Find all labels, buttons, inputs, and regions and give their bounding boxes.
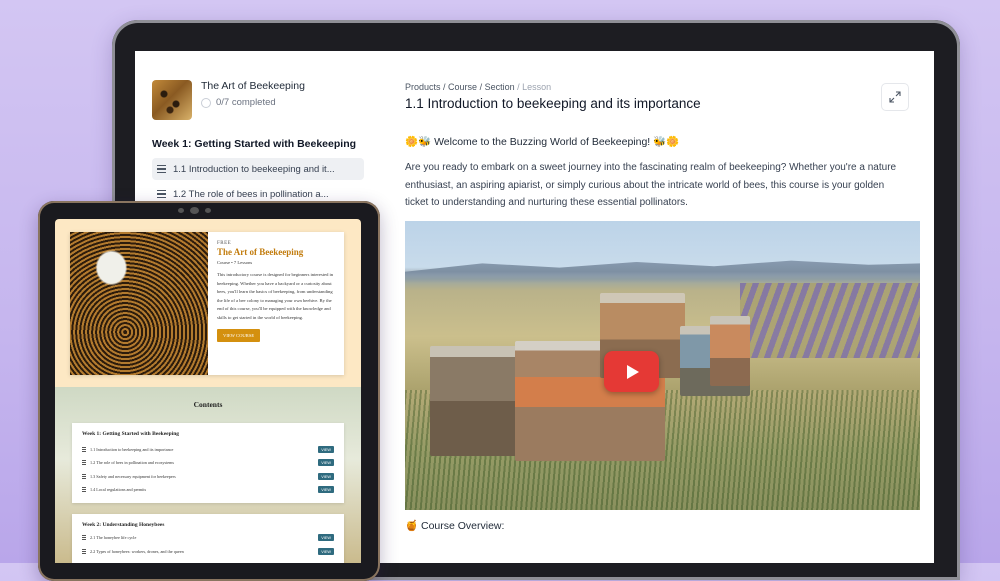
- play-button[interactable]: [604, 351, 659, 392]
- week-card-title: Week 1: Getting Started with Beekeeping: [82, 431, 180, 437]
- list-icon: [157, 165, 166, 173]
- expand-button[interactable]: [881, 83, 909, 111]
- video-player[interactable]: [405, 221, 920, 510]
- expand-icon: [889, 91, 901, 103]
- course-header: The Art of Beekeeping 0/7 completed: [152, 80, 305, 120]
- course-overview-heading: 🍯 Course Overview:: [405, 520, 505, 532]
- week-title: Week 1: Getting Started with Beekeeping: [152, 138, 357, 150]
- course-hero-card: FREE The Art of Beekeeping Course • 7 Le…: [70, 232, 344, 375]
- beehive: [710, 316, 750, 386]
- view-button[interactable]: VIEW: [318, 445, 334, 454]
- hero-image: [70, 232, 208, 375]
- view-button[interactable]: VIEW: [318, 547, 334, 556]
- list-item: 1.3 Safety and necessary equipment for b…: [82, 472, 334, 481]
- lesson-icon: [82, 447, 86, 452]
- tablet-screen: FREE The Art of Beekeeping Course • 7 Le…: [55, 219, 361, 563]
- progress-text: 0/7 completed: [216, 97, 276, 108]
- list-item: 1.2 The role of bees in pollination and …: [82, 458, 334, 467]
- view-course-button[interactable]: VIEW COURSE: [217, 328, 261, 342]
- camera-dot: [205, 208, 211, 213]
- course-thumbnail: [152, 80, 192, 120]
- video-lavender-field: [740, 283, 920, 358]
- week-card-2: Week 2: Understanding Honeybees 2.1 The …: [72, 514, 344, 563]
- hero-meta: Course • 7 Lessons: [217, 260, 253, 265]
- video-hills: [405, 260, 920, 283]
- list-item: 2.2 Types of honeybees: workers, drones,…: [82, 547, 334, 556]
- breadcrumb-course[interactable]: Course: [448, 82, 477, 92]
- week-card-title: Week 2: Understanding Honeybees: [82, 522, 165, 528]
- list-item: 1.1 Introduction to beekeeping and its i…: [82, 445, 334, 454]
- lesson-icon: [82, 487, 86, 492]
- view-button[interactable]: VIEW: [318, 485, 334, 494]
- breadcrumb-section[interactable]: Section: [485, 82, 515, 92]
- sidebar-lesson-label: 1.1 Introduction to beekeeping and it...: [173, 163, 335, 175]
- course-progress: 0/7 completed: [201, 97, 305, 108]
- hero-description: This introductory course is designed for…: [217, 272, 334, 320]
- course-title: The Art of Beekeeping: [201, 80, 305, 92]
- lesson-icon: [82, 535, 86, 540]
- lesson-icon: [82, 549, 86, 554]
- breadcrumb-products[interactable]: Products: [405, 82, 441, 92]
- view-button[interactable]: VIEW: [318, 533, 334, 542]
- week-card-1: Week 1: Getting Started with Beekeeping …: [72, 423, 344, 503]
- list-icon: [157, 190, 166, 198]
- page-title: 1.1 Introduction to beekeeping and its i…: [405, 96, 701, 111]
- lesson-icon: [82, 474, 86, 479]
- lesson-icon: [82, 460, 86, 465]
- intro-paragraph: Are you ready to embark on a sweet journ…: [405, 162, 897, 208]
- sidebar-lesson-1-1[interactable]: 1.1 Introduction to beekeeping and it...: [152, 158, 364, 180]
- view-button[interactable]: VIEW: [318, 458, 334, 467]
- camera-dot: [178, 208, 184, 213]
- welcome-heading: 🌼🐝 Welcome to the Buzzing World of Beeke…: [405, 136, 680, 148]
- lesson-main: Products / Course / Section / Lesson 1.1…: [405, 51, 934, 563]
- play-icon: [626, 364, 639, 379]
- sidebar-lesson-label: 1.2 The role of bees in pollination a...: [173, 188, 329, 200]
- hero-title: The Art of Beekeeping: [217, 247, 304, 257]
- list-item: 1.4 Local regulations and permits VIEW: [82, 485, 334, 494]
- list-item: 2.1 The honeybee life cycle VIEW: [82, 533, 334, 542]
- progress-ring-icon: [201, 97, 211, 108]
- breadcrumb: Products / Course / Section / Lesson: [405, 82, 552, 92]
- contents-title: Contents: [193, 400, 223, 409]
- view-button[interactable]: VIEW: [318, 472, 334, 481]
- free-tag: FREE: [217, 241, 232, 246]
- breadcrumb-lesson: Lesson: [522, 82, 552, 92]
- camera-lens: [190, 207, 199, 214]
